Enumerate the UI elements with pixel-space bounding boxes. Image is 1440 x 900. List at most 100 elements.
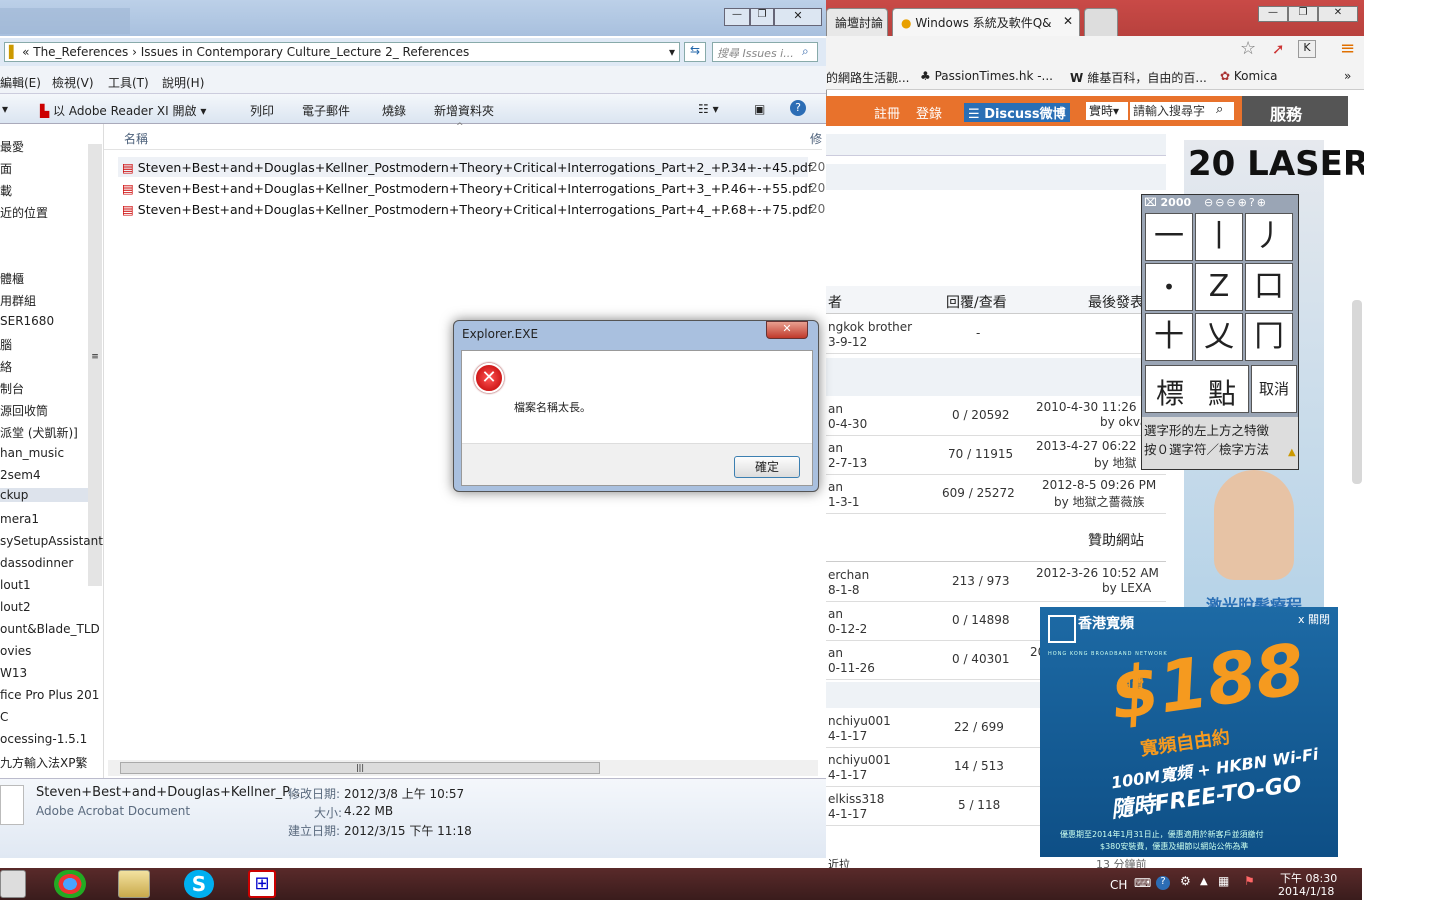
nav-item[interactable]: dassodinner (0, 556, 73, 570)
discuss-logo[interactable]: ☰ Discuss微博 (964, 103, 1070, 122)
ime-biao-dian-key[interactable]: 標 點 (1145, 365, 1249, 413)
menu-help[interactable]: 說明(H) (162, 74, 204, 91)
nav-item[interactable]: 2sem4 (0, 468, 41, 482)
row-author[interactable]: an (828, 607, 843, 621)
breadcrumb-overflow[interactable]: « (22, 45, 29, 59)
new-folder-button[interactable]: 新增資料夾 (434, 102, 494, 119)
nav-item[interactable]: 用群組 (0, 292, 36, 309)
nav-item[interactable]: 制台 (0, 380, 24, 397)
search-mode-select[interactable]: 實時▾ (1086, 102, 1128, 120)
column-name-header[interactable]: 名稱 (124, 130, 148, 147)
breadcrumb-item[interactable]: The_References (33, 45, 128, 59)
menu-icon[interactable]: ≡ (1340, 38, 1355, 59)
language-indicator[interactable]: CH (1110, 878, 1127, 892)
breadcrumb-separator[interactable]: › (132, 45, 137, 59)
register-link[interactable]: 註冊 (874, 103, 900, 122)
table-row[interactable]: erchan 8-1-8 213 / 973 2012-3-26 10:52 A… (826, 564, 1166, 602)
file-row[interactable]: ▤ Steven+Best+and+Douglas+Kellner_Postmo… (122, 160, 812, 175)
minimize-button[interactable]: — (724, 8, 750, 26)
ime-key[interactable]: 丨 (1195, 213, 1243, 261)
extension-k-icon[interactable]: K (1298, 40, 1316, 58)
chrome-icon[interactable] (54, 870, 86, 898)
ime-key[interactable]: 丿 (1245, 213, 1293, 261)
ime-scroll-icon[interactable]: ▲ (1288, 447, 1296, 458)
row-author[interactable]: ngkok brother (828, 320, 912, 334)
horizontal-scrollbar[interactable]: ||| (108, 760, 818, 776)
breadcrumb[interactable]: ▌ « The_References › Issues in Contempor… (4, 42, 680, 62)
row-author[interactable]: an (828, 441, 843, 455)
nav-item[interactable]: mera1 (0, 512, 39, 526)
splitter-handle[interactable]: ≡ (88, 352, 102, 372)
file-row[interactable]: ▤ Steven+Best+and+Douglas+Kellner_Postmo… (122, 202, 812, 217)
row-last-date[interactable]: 2012-8-5 09:26 PM (1042, 478, 1156, 492)
file-row[interactable]: ▤ Steven+Best+and+Douglas+Kellner_Postmo… (122, 181, 812, 196)
row-last-date[interactable]: 2012-3-26 10:52 AM (1036, 566, 1159, 580)
ime-taskbar-icon[interactable] (0, 870, 26, 898)
sponsor-label[interactable]: 贊助網站 (1088, 530, 1144, 550)
nav-item-selected[interactable]: ckup (0, 488, 88, 502)
nav-item[interactable]: 九方輸入法XP繁 (0, 754, 87, 771)
ime-key[interactable]: 口 (1245, 263, 1293, 311)
maximize-button[interactable]: ❐ (750, 8, 774, 26)
flag-icon[interactable]: ⚑ (1244, 874, 1255, 888)
nav-item[interactable]: C (0, 710, 8, 724)
star-icon[interactable]: ☆ (1240, 38, 1256, 59)
nav-item[interactable]: 載 (0, 182, 12, 199)
close-button[interactable]: ✕ (1318, 6, 1358, 22)
bookmark[interactable]: W 維基百科，自由的百... (1070, 69, 1207, 86)
minimize-button[interactable]: — (1258, 6, 1288, 22)
close-tab-icon[interactable]: ✕ (1063, 14, 1073, 28)
open-with-button[interactable]: ▙ 以 Adobe Reader XI 開啟 ▾ (40, 102, 206, 119)
nav-item[interactable]: ovies (0, 644, 31, 658)
ime-toolbar-icons[interactable]: ⊖⊖⊖⊕?⊕ (1204, 196, 1268, 209)
menu-edit[interactable]: 編輯(E) (0, 74, 41, 91)
ime-key[interactable]: Z (1195, 263, 1243, 311)
ime-key[interactable]: • (1145, 263, 1193, 311)
skype-icon[interactable]: S (184, 870, 214, 898)
refresh-icon[interactable]: ⇆ (684, 42, 706, 62)
bookmark[interactable]: ♣ PassionTimes.hk -... (920, 69, 1053, 83)
ime-key[interactable]: 十 (1145, 313, 1193, 361)
email-button[interactable]: 電子郵件 (302, 102, 350, 119)
bookmark[interactable]: ✿ Komica (1220, 69, 1277, 83)
burn-button[interactable]: 燒錄 (382, 102, 406, 119)
clock-time[interactable]: 下午 08:30 (1280, 870, 1337, 886)
scrollbar-thumb[interactable]: ||| (120, 762, 600, 774)
row-author[interactable]: nchiyu001 (828, 714, 891, 728)
column-modified-header[interactable]: 修 (810, 130, 822, 147)
search-icon[interactable]: ⌕ (1216, 102, 1223, 117)
breadcrumb-item[interactable]: Issues in Contemporary Culture_Lecture 2… (141, 45, 470, 59)
table-row[interactable]: ngkok brother 3-9-12 - (826, 316, 1166, 354)
ime-panel[interactable]: ⌧ 2000 ⊖⊖⊖⊕?⊕ 一 丨 丿 • Z 口 十 乂 冂 標 點 取消 選… (1141, 194, 1299, 470)
close-button[interactable]: ✕ (774, 8, 822, 26)
ok-button[interactable]: 確定 (734, 456, 800, 478)
row-last-date[interactable]: 2013-4-27 06:22 P (1036, 439, 1148, 453)
chrome-tab-active[interactable]: ● Windows 系統及軟件Q& ✕ (892, 8, 1080, 36)
service-button[interactable]: 服務 (1242, 96, 1348, 126)
organize-chevron-icon[interactable]: ▾ (2, 102, 8, 116)
nav-item[interactable]: lout2 (0, 600, 31, 614)
table-row[interactable]: an 1-3-1 609 / 25272 2012-8-5 09:26 PM b… (826, 476, 1166, 514)
bookmark[interactable]: 的網路生活觀... (826, 69, 909, 86)
keyboard-icon[interactable]: ⌨ (1134, 876, 1151, 890)
nav-item[interactable]: fice Pro Plus 201 (0, 688, 99, 702)
extension-icon[interactable]: ➚ (1272, 40, 1285, 58)
nav-item[interactable]: ocessing-1.5.1 (0, 732, 87, 746)
chrome-scrollbar-thumb[interactable] (1352, 300, 1362, 484)
help-tray-icon[interactable]: ? (1156, 876, 1170, 890)
row-author[interactable]: nchiyu001 (828, 753, 891, 767)
clock-date[interactable]: 2014/1/18 (1278, 885, 1334, 898)
help-icon[interactable]: ? (790, 100, 806, 116)
row-last-by[interactable]: by 地獄之薔薇族 (1054, 493, 1145, 510)
nav-item[interactable]: 體櫃 (0, 270, 24, 287)
nav-item[interactable]: 派堂 (犬凱新)] (0, 424, 78, 441)
nav-item[interactable]: W13 (0, 666, 27, 680)
row-last-date[interactable]: 2010-4-30 11:26 P (1036, 400, 1148, 414)
show-hidden-icons[interactable]: ▲ (1200, 876, 1208, 887)
chrome-tab[interactable]: 論壇討論 (826, 8, 888, 36)
nav-item[interactable]: sySetupAssistant (0, 534, 103, 548)
chevron-down-icon[interactable]: ▾ (669, 45, 675, 59)
row-last-by[interactable]: by LEXA (1102, 581, 1151, 595)
more-bookmarks-button[interactable]: » (1344, 69, 1351, 83)
menu-view[interactable]: 檢視(V) (52, 74, 94, 91)
